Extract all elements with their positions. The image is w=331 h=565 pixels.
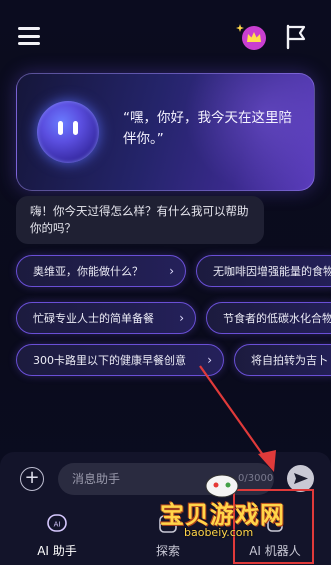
suggestion-chip[interactable]: 将自拍转为吉卜: [234, 344, 331, 376]
chevron-right-icon: ›: [207, 353, 212, 367]
watermark-text: 宝贝游戏网: [160, 501, 285, 529]
suggestion-label: 无咖啡因增强能量的食物: [213, 265, 331, 278]
chevron-right-icon: ›: [179, 311, 184, 325]
suggestion-chip[interactable]: 奥维亚，你能做什么？ ›: [16, 255, 186, 287]
suggestion-chip[interactable]: 300卡路里以下的健康早餐创意 ›: [16, 344, 224, 376]
suggestion-chip[interactable]: 无咖啡因增强能量的食物: [196, 255, 331, 287]
add-attachment-button[interactable]: +: [20, 467, 44, 491]
suggestion-label: 300卡路里以下的健康早餐创意: [33, 354, 186, 367]
chevron-right-icon: ›: [169, 264, 174, 278]
tab-ai-assistant[interactable]: AI AI 助手: [12, 510, 102, 560]
menu-icon[interactable]: [18, 27, 40, 45]
hero-greeting: “嘿，你好，我今天在这里陪伴你。”: [123, 110, 292, 147]
avatar-eye-right: [73, 121, 78, 135]
assistant-avatar: [37, 101, 99, 163]
suggestion-label: 奥维亚，你能做什么？: [33, 265, 143, 278]
suggestion-label: 节食者的低碳水化合物: [223, 312, 331, 325]
suggestion-chip[interactable]: 忙碌专业人士的简单备餐 ›: [16, 302, 196, 334]
char-counter: 0/3000: [238, 473, 274, 484]
svg-text:AI: AI: [54, 521, 61, 529]
avatar-eye-left: [58, 121, 63, 135]
suggestion-label: 将自拍转为吉卜: [251, 354, 328, 367]
flag-icon[interactable]: [285, 24, 307, 50]
watermark-url: baobeiy.com: [184, 526, 254, 539]
assistant-hero-card: “嘿，你好，我今天在这里陪伴你。”: [16, 73, 315, 191]
ai-bubble-icon: AI: [47, 514, 67, 532]
premium-crown-icon[interactable]: [236, 22, 268, 50]
tab-label: AI 助手: [37, 544, 77, 558]
suggestion-label: 忙碌专业人士的简单备餐: [33, 312, 154, 325]
send-button[interactable]: [287, 465, 314, 492]
suggestion-chip[interactable]: 节食者的低碳水化合物: [206, 302, 331, 334]
tab-label: 探索: [155, 544, 180, 558]
top-bar: [0, 0, 331, 70]
send-icon: [294, 473, 308, 484]
assistant-message: 嗨！你今天过得怎么样？有什么我可以帮助你的吗？: [16, 196, 264, 244]
